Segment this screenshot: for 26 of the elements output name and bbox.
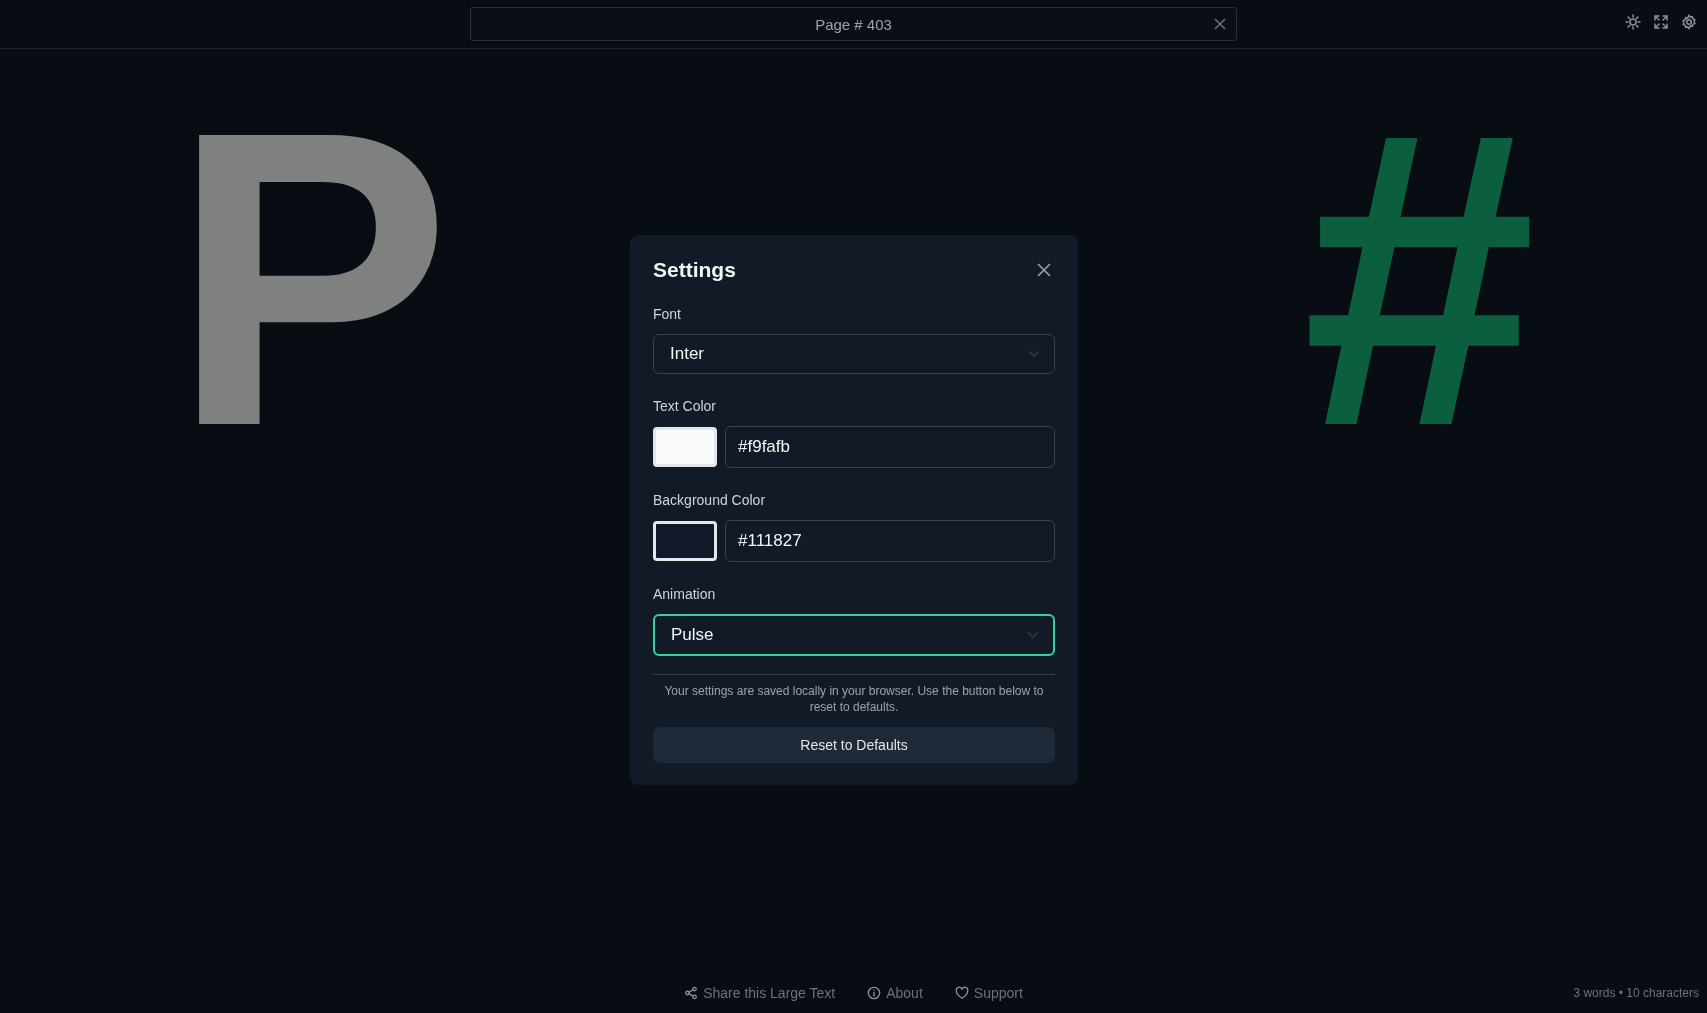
field-label: Font [653, 305, 681, 325]
display-character: P [171, 69, 452, 489]
title-field[interactable]: Page # 403 [470, 7, 1237, 41]
footer-link[interactable]: Share this Large Text [684, 982, 836, 1004]
field-label: Background Color [653, 491, 766, 511]
expand-icon[interactable] [1653, 14, 1669, 30]
word-count: 3 words • 10 characters [1573, 985, 1699, 1002]
dialog-title: Settings [653, 257, 736, 283]
display-character: # [1302, 69, 1536, 489]
field-label: Text Color [653, 397, 717, 417]
heart-icon [954, 986, 969, 1000]
input-field[interactable]: #f9fafb [725, 426, 1055, 469]
color-swatch[interactable] [653, 521, 717, 562]
reset-button[interactable]: Reset to Defaults [653, 727, 1055, 764]
info-icon [867, 986, 882, 1000]
field-label: Animation [653, 585, 716, 605]
footer-link[interactable]: About [867, 982, 923, 1004]
info-text: Your settings are saved locally in your browser. Use the button below to reset to defaults. [663, 683, 1045, 716]
color-swatch[interactable] [653, 427, 717, 468]
footer-link[interactable]: Support [954, 982, 1023, 1004]
select-field[interactable]: Pulse [653, 614, 1055, 657]
share-icon [684, 986, 699, 1000]
input-field[interactable]: #111827 [725, 520, 1055, 563]
select-field[interactable]: Inter [653, 334, 1055, 375]
settings-icon[interactable] [1681, 14, 1697, 30]
sun-icon[interactable] [1625, 14, 1641, 30]
